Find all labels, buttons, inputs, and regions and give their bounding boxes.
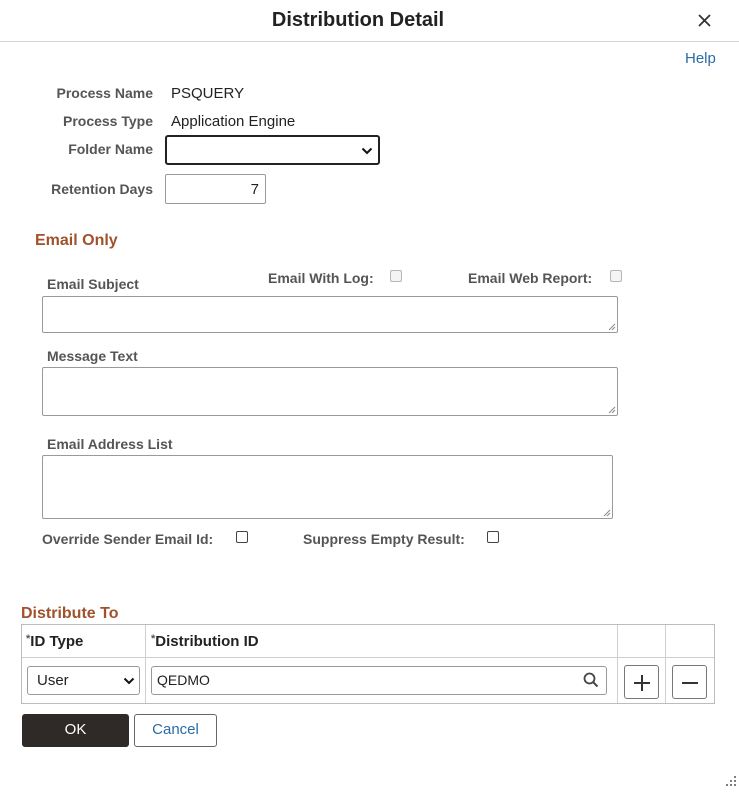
process-type-label: Process Type: [62, 113, 153, 129]
delete-row-button[interactable]: [672, 665, 707, 699]
retention-days-value: 7: [250, 181, 259, 198]
minus-icon: [682, 682, 698, 684]
resize-grip-icon: [608, 323, 616, 331]
chevron-down-icon: [123, 677, 135, 685]
distribution-id-input[interactable]: QEDMO: [151, 666, 607, 695]
email-subject-field[interactable]: [42, 296, 618, 333]
email-subject-label: Email Subject: [47, 276, 139, 292]
dialog-resize-handle[interactable]: [723, 773, 737, 787]
col-header-id-type: *ID Type: [26, 633, 83, 650]
resize-grip-icon: [603, 509, 611, 517]
resize-grip-icon: [726, 776, 736, 786]
col-header-distribution-id: *Distribution ID: [151, 633, 259, 650]
process-type-value: Application Engine: [171, 113, 296, 130]
email-address-list-field[interactable]: [42, 455, 613, 519]
message-text-field[interactable]: [42, 367, 618, 416]
id-type-select[interactable]: User: [27, 666, 140, 695]
dialog-title: Distribution Detail: [271, 9, 445, 31]
cancel-button[interactable]: Cancel: [134, 714, 217, 747]
distribute-grid: *ID Type *Distribution ID User QEDMO: [21, 624, 715, 704]
email-web-report-checkbox[interactable]: [610, 270, 622, 282]
folder-name-label: Folder Name: [68, 141, 153, 157]
distribute-to-section-title: Distribute To: [21, 605, 119, 622]
retention-days-label: Retention Days: [51, 181, 153, 197]
email-address-list-label: Email Address List: [47, 436, 173, 452]
id-type-value: User: [37, 672, 69, 689]
close-icon: [698, 14, 711, 27]
email-with-log-checkbox[interactable]: [390, 270, 402, 282]
col-header-distribution-id-label: Distribution ID: [155, 633, 259, 650]
distribution-id-value: QEDMO: [157, 672, 210, 688]
chevron-down-icon: [361, 147, 373, 155]
close-button[interactable]: [694, 8, 716, 32]
email-with-log-label: Email With Log:: [268, 270, 374, 286]
process-name-label: Process Name: [56, 85, 153, 101]
search-button[interactable]: [582, 671, 600, 689]
search-icon: [583, 672, 599, 688]
suppress-empty-label: Suppress Empty Result:: [303, 531, 465, 547]
process-name-value: PSQUERY: [171, 85, 245, 102]
add-row-button[interactable]: [624, 665, 659, 699]
col-header-id-type-label: ID Type: [30, 633, 84, 650]
help-link[interactable]: Help: [685, 50, 716, 67]
message-text-label: Message Text: [47, 348, 138, 364]
override-sender-label: Override Sender Email Id:: [42, 531, 214, 547]
ok-button[interactable]: OK: [22, 714, 129, 747]
plus-icon: [634, 675, 650, 691]
email-only-section-title: Email Only: [35, 232, 118, 249]
retention-days-input[interactable]: 7: [165, 174, 266, 204]
suppress-empty-checkbox[interactable]: [487, 531, 499, 543]
folder-name-select[interactable]: [165, 135, 380, 165]
override-sender-checkbox[interactable]: [236, 531, 248, 543]
resize-grip-icon: [608, 406, 616, 414]
email-web-report-label: Email Web Report:: [468, 270, 593, 286]
